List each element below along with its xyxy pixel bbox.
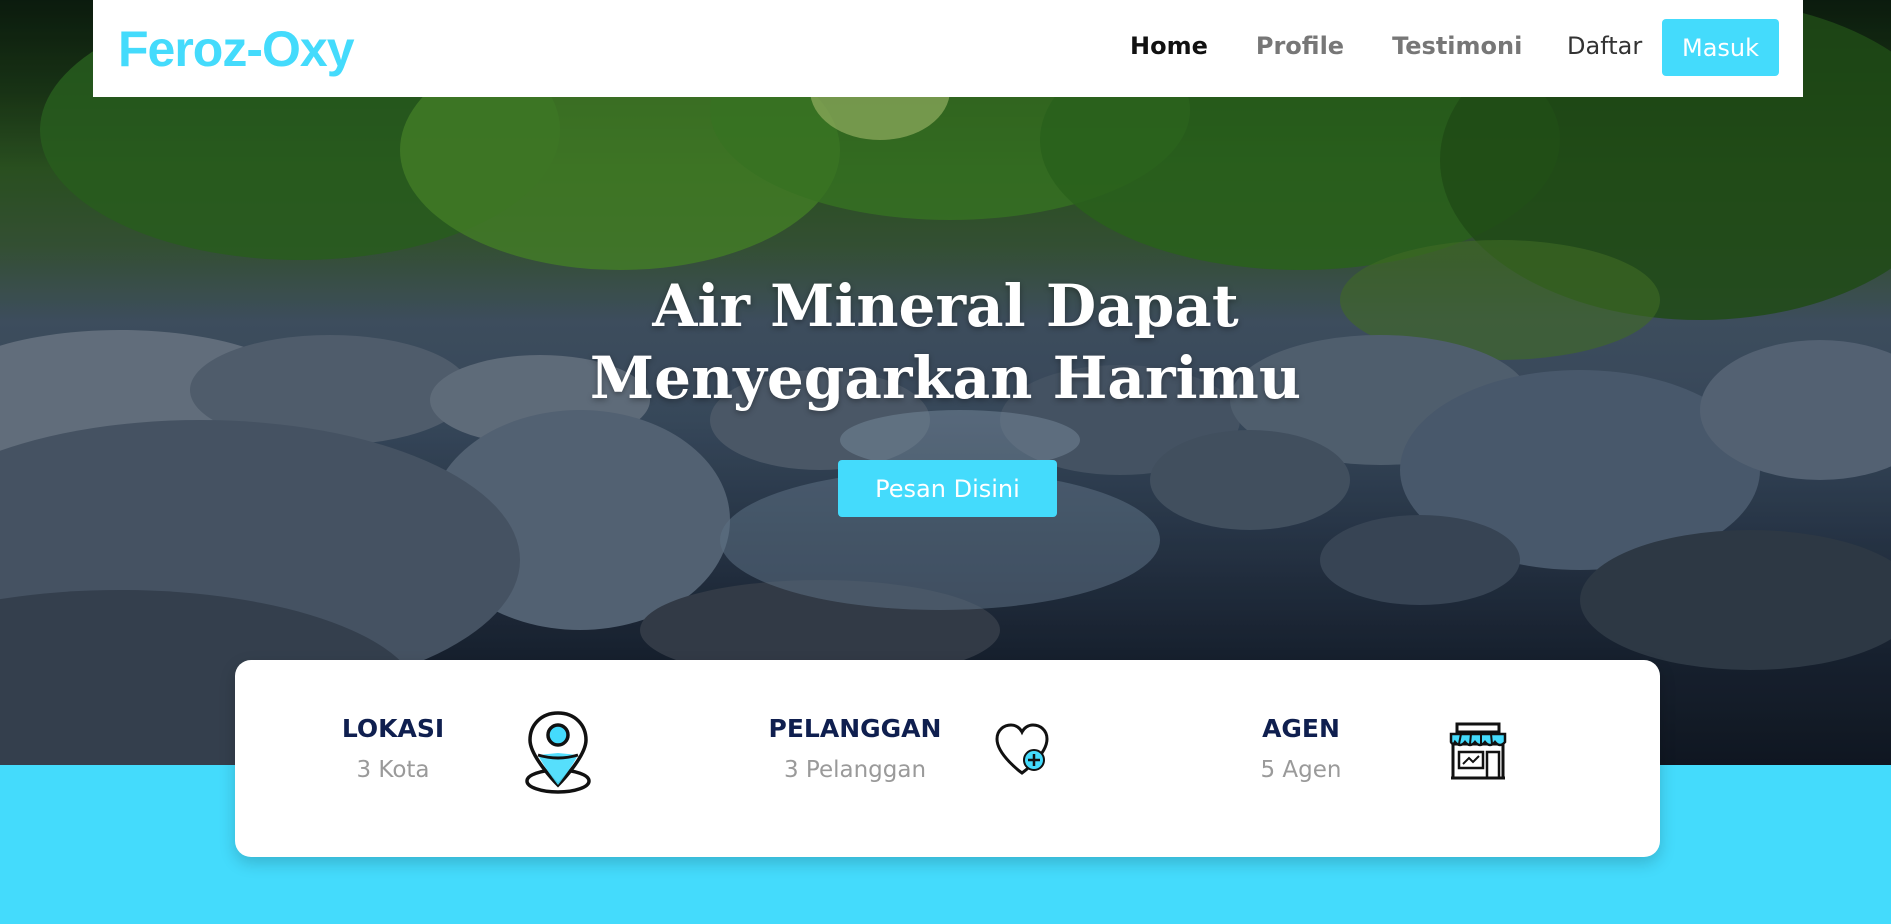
stats-card: LOKASI 3 Kota PELANGGAN 3 Pelanggan AGEN… [235, 660, 1660, 857]
hero-section: Air Mineral Dapat Menyegarkan Harimu Pes… [0, 0, 1891, 765]
nav-link-home[interactable]: Home [1130, 32, 1208, 60]
hero-title: Air Mineral Dapat Menyegarkan Harimu [0, 270, 1891, 414]
stat-value-lokasi: 3 Kota [356, 757, 430, 783]
location-pin-icon [525, 711, 591, 794]
navbar: Feroz-Oxy Home Profile Testimoni Daftar … [93, 0, 1803, 97]
stat-title-lokasi: LOKASI [341, 714, 445, 743]
brand-logo[interactable]: Feroz-Oxy [118, 20, 355, 78]
login-button[interactable]: Masuk [1662, 19, 1779, 76]
stat-title-pelanggan: PELANGGAN [768, 714, 942, 743]
stat-title-agen: AGEN [1262, 714, 1340, 743]
register-link[interactable]: Daftar [1567, 32, 1642, 60]
order-here-button[interactable]: Pesan Disini [838, 460, 1057, 517]
nav-link-profile[interactable]: Profile [1256, 32, 1344, 60]
heart-plus-icon [995, 723, 1049, 775]
stat-value-pelanggan: 3 Pelanggan [783, 757, 927, 783]
stat-value-agen: 5 Agen [1260, 757, 1342, 783]
hero-title-line2: Menyegarkan Harimu [589, 344, 1302, 412]
nav-links: Home Profile Testimoni [1130, 32, 1570, 60]
store-icon [1449, 722, 1507, 780]
hero-title-line1: Air Mineral Dapat [652, 272, 1239, 340]
nav-link-testimoni[interactable]: Testimoni [1392, 32, 1522, 60]
